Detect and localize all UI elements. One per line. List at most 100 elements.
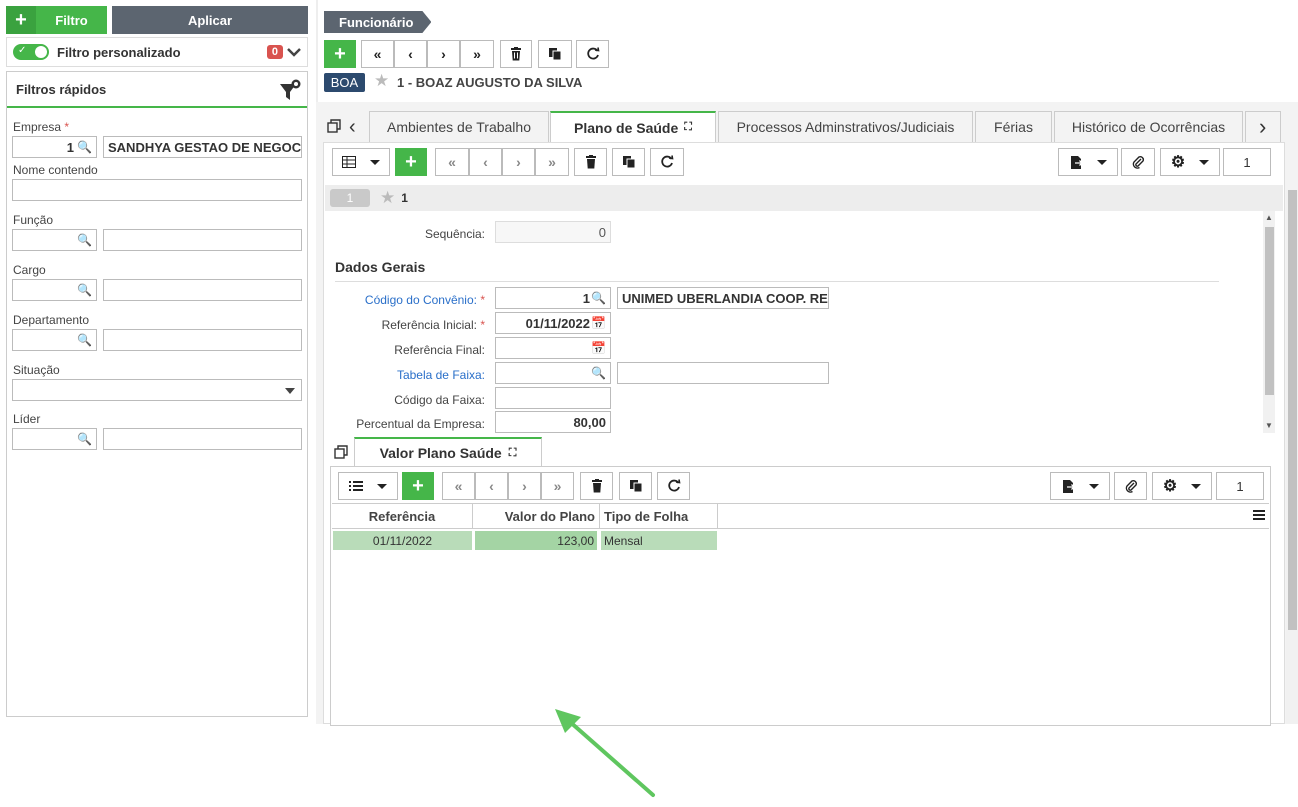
valor-attach-button[interactable] — [1114, 472, 1147, 500]
cargo-desc-input[interactable] — [103, 279, 302, 301]
plano-last-button[interactable]: » — [535, 148, 569, 176]
percentual-input[interactable]: 80,00 — [495, 411, 611, 433]
search-icon[interactable]: 🔍 — [591, 291, 606, 305]
col-tipo-folha[interactable]: Tipo de Folha — [600, 504, 718, 529]
plano-next-button[interactable]: › — [502, 148, 535, 176]
valor-export-button[interactable] — [1050, 472, 1110, 500]
departamento-desc-input[interactable] — [103, 329, 302, 351]
attach-button[interactable] — [1121, 148, 1155, 176]
valor-page-number[interactable]: 1 — [1216, 472, 1264, 500]
page-scrollbar[interactable] — [1286, 190, 1298, 724]
expand-icon[interactable]: ⛶ — [509, 447, 517, 460]
cell-valor[interactable]: 123,00 — [475, 531, 597, 550]
cell-tipo-folha[interactable]: Mensal — [601, 531, 717, 550]
scroll-down-icon[interactable]: ▼ — [1265, 421, 1273, 430]
nome-contendo-input[interactable] — [12, 179, 302, 201]
search-icon[interactable]: 🔍 — [591, 366, 606, 380]
tab-processos[interactable]: Processos Adminstrativos/Judiciais — [718, 111, 973, 142]
valor-copy-button[interactable] — [619, 472, 652, 500]
prev-record-button[interactable]: ‹ — [394, 40, 427, 68]
last-record-button[interactable]: » — [460, 40, 494, 68]
plano-first-button[interactable]: « — [435, 148, 469, 176]
lider-code-input[interactable]: 🔍 — [12, 428, 97, 450]
list-mode-button[interactable] — [338, 472, 398, 500]
first-record-button[interactable]: « — [361, 40, 394, 68]
valor-refresh-button[interactable] — [657, 472, 690, 500]
valor-first-button[interactable]: « — [442, 472, 475, 500]
empresa-code-input[interactable]: 1 🔍 — [12, 136, 97, 158]
search-icon[interactable]: 🔍 — [77, 432, 92, 446]
breadcrumb[interactable]: Funcionário — [324, 11, 431, 33]
valor-next-button[interactable]: › — [508, 472, 541, 500]
tab-historico[interactable]: Histórico de Ocorrências — [1054, 111, 1243, 142]
cell-referencia[interactable]: 01/11/2022 — [333, 531, 472, 550]
plano-refresh-button[interactable] — [650, 148, 684, 176]
add-valor-button[interactable]: + — [402, 472, 434, 500]
custom-filter-row: Filtro personalizado 0 — [6, 37, 308, 67]
tab-ferias[interactable]: Férias — [975, 111, 1052, 142]
expand-icon[interactable]: ⛶ — [684, 121, 692, 134]
settings-button[interactable]: ⚙ — [1160, 148, 1220, 176]
calendar-icon[interactable]: 📅 — [591, 316, 606, 330]
empresa-desc-input[interactable]: SANDHYA GESTAO DE NEGOCIOS — [103, 136, 302, 158]
page-scrollbar-thumb[interactable] — [1288, 190, 1297, 630]
departamento-code-input[interactable]: 🔍 — [12, 329, 97, 351]
apply-button[interactable]: Aplicar — [112, 6, 308, 34]
tabs-scroll-left-icon[interactable]: ‹ — [349, 116, 356, 139]
scrollbar-thumb[interactable] — [1265, 227, 1274, 395]
col-referencia[interactable]: Referência — [332, 504, 473, 529]
form-scrollbar[interactable]: ▲ ▼ — [1263, 211, 1275, 433]
add-button[interactable]: + — [324, 40, 356, 68]
page-number-input[interactable]: 1 — [1223, 148, 1271, 176]
funcao-desc-input[interactable] — [103, 229, 302, 251]
codigo-convenio-label[interactable]: Código do Convênio: * — [325, 293, 485, 307]
search-icon[interactable]: 🔍 — [77, 283, 92, 297]
column-menu-icon[interactable] — [1253, 509, 1265, 523]
tab-valor-plano[interactable]: Valor Plano Saúde ⛶ — [354, 437, 542, 467]
export-button[interactable] — [1058, 148, 1118, 176]
plano-delete-button[interactable] — [574, 148, 607, 176]
chevron-down-icon[interactable] — [287, 44, 301, 60]
record-pill[interactable]: 1 — [330, 189, 370, 207]
cargo-code-input[interactable]: 🔍 — [12, 279, 97, 301]
star-icon[interactable]: ★ — [380, 188, 395, 208]
valor-delete-button[interactable] — [580, 472, 613, 500]
add-plano-button[interactable]: + — [395, 148, 427, 176]
plano-prev-button[interactable]: ‹ — [469, 148, 502, 176]
filter-settings-icon[interactable] — [279, 79, 301, 101]
custom-filter-toggle[interactable] — [13, 44, 49, 60]
situacao-select[interactable] — [12, 379, 302, 401]
tabela-faixa-label[interactable]: Tabela de Faixa: — [325, 368, 485, 382]
copy-button[interactable] — [538, 40, 572, 68]
next-record-button[interactable]: › — [427, 40, 460, 68]
tab-ambientes[interactable]: Ambientes de Trabalho — [369, 111, 549, 142]
calendar-icon[interactable]: 📅 — [591, 341, 606, 355]
search-icon[interactable]: 🔍 — [77, 140, 92, 154]
valor-last-button[interactable]: » — [541, 472, 574, 500]
windows-icon[interactable] — [334, 445, 349, 463]
star-icon[interactable]: ★ — [374, 71, 389, 91]
delete-button[interactable] — [500, 40, 532, 68]
add-filter-button[interactable]: + Filtro — [6, 6, 107, 34]
tabela-faixa-input[interactable]: 🔍 — [495, 362, 611, 384]
funcao-code-input[interactable]: 🔍 — [12, 229, 97, 251]
windows-icon[interactable] — [327, 119, 342, 137]
codigo-faixa-input[interactable] — [495, 387, 611, 409]
lider-desc-input[interactable] — [103, 428, 302, 450]
col-valor[interactable]: Valor do Plano — [473, 504, 600, 529]
search-icon[interactable]: 🔍 — [77, 333, 92, 347]
ref-final-input[interactable]: 📅 — [495, 337, 611, 359]
view-mode-button[interactable] — [332, 148, 390, 176]
tab-plano-saude[interactable]: Plano de Saúde ⛶ — [550, 111, 716, 142]
tabs-scroll-right-icon[interactable]: › — [1259, 114, 1266, 140]
refresh-button[interactable] — [576, 40, 609, 68]
ref-inicial-input[interactable]: 01/11/2022 📅 — [495, 312, 611, 334]
sequencia-input: 0 — [495, 221, 611, 243]
search-icon[interactable]: 🔍 — [77, 233, 92, 247]
caret-down-icon — [1199, 159, 1210, 165]
codigo-convenio-input[interactable]: 1 🔍 — [495, 287, 611, 309]
plano-copy-button[interactable] — [612, 148, 645, 176]
scroll-up-icon[interactable]: ▲ — [1265, 213, 1273, 222]
valor-prev-button[interactable]: ‹ — [475, 472, 508, 500]
valor-settings-button[interactable]: ⚙ — [1152, 472, 1212, 500]
